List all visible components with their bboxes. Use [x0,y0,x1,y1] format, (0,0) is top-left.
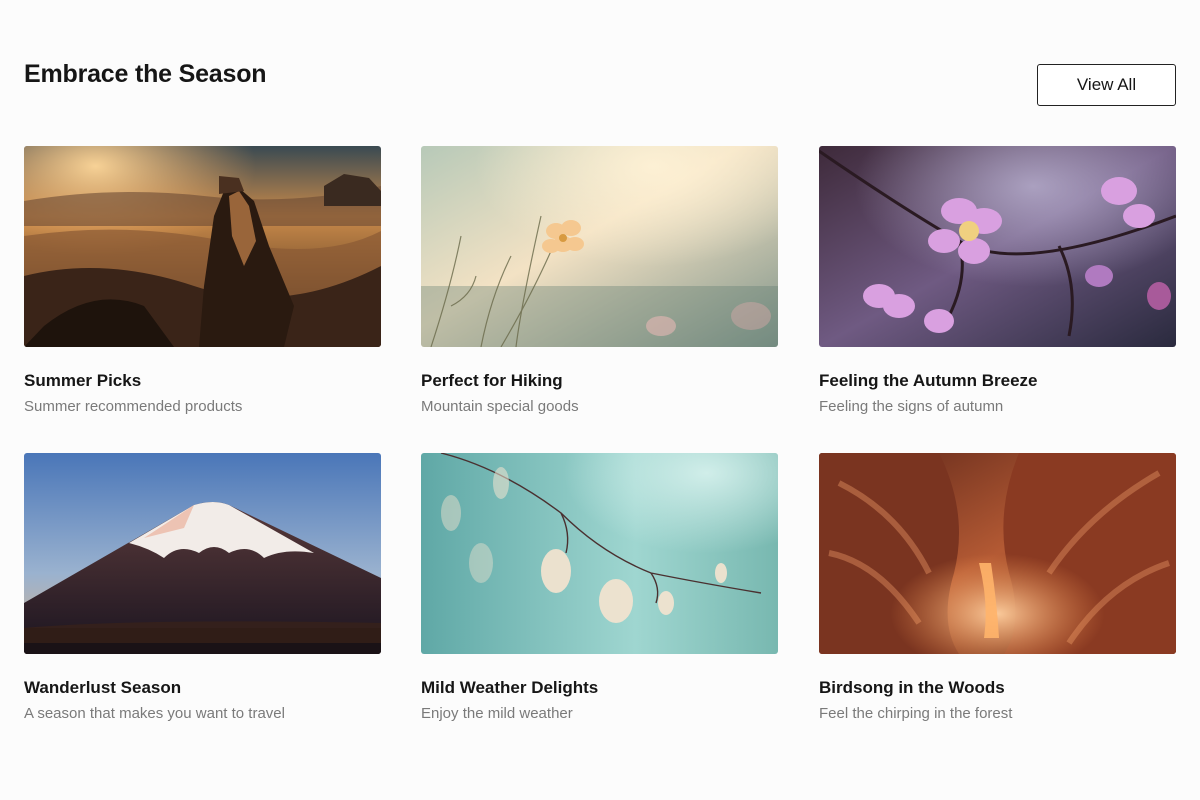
card-description: Mountain special goods [421,398,579,415]
card-description: A season that makes you want to travel [24,705,285,722]
card-description: Feeling the signs of autumn [819,398,1004,415]
page-title: Embrace the Season [24,60,267,88]
card-description: Summer recommended products [24,398,243,415]
card-image-mountain[interactable] [24,453,381,654]
card-summer-picks[interactable]: Summer Picks Summer recommended products [24,146,381,416]
card-title[interactable]: Mild Weather Delights [421,678,778,698]
card-description: Enjoy the mild weather [421,705,573,722]
view-all-button[interactable]: View All [1037,64,1176,106]
card-perfect-for-hiking[interactable]: Perfect for Hiking Mountain special good… [421,146,778,416]
card-title[interactable]: Wanderlust Season [24,678,381,698]
card-title[interactable]: Feeling the Autumn Breeze [819,371,1176,391]
card-mild-weather-delights[interactable]: Mild Weather Delights Enjoy the mild wea… [421,453,778,723]
card-image-blossoms[interactable] [819,146,1176,347]
card-image-wildflower[interactable] [421,146,778,347]
card-image-canyon[interactable] [819,453,1176,654]
canyon-image [819,453,1176,654]
mountain-image [24,453,381,654]
desert-image [24,146,381,347]
card-description: Feel the chirping in the forest [819,705,1013,722]
blossoms-image [819,146,1176,347]
card-feeling-the-autumn-breeze[interactable]: Feeling the Autumn Breeze Feeling the si… [819,146,1176,416]
card-image-leaves[interactable] [421,453,778,654]
wildflower-image [421,146,778,347]
card-title[interactable]: Summer Picks [24,371,381,391]
card-birdsong-in-the-woods[interactable]: Birdsong in the Woods Feel the chirping … [819,453,1176,723]
section-header: Embrace the Season View All [24,60,1176,106]
card-title[interactable]: Perfect for Hiking [421,371,778,391]
leaves-image [421,453,778,654]
card-title[interactable]: Birdsong in the Woods [819,678,1176,698]
card-wanderlust-season[interactable]: Wanderlust Season A season that makes yo… [24,453,381,723]
card-image-desert[interactable] [24,146,381,347]
